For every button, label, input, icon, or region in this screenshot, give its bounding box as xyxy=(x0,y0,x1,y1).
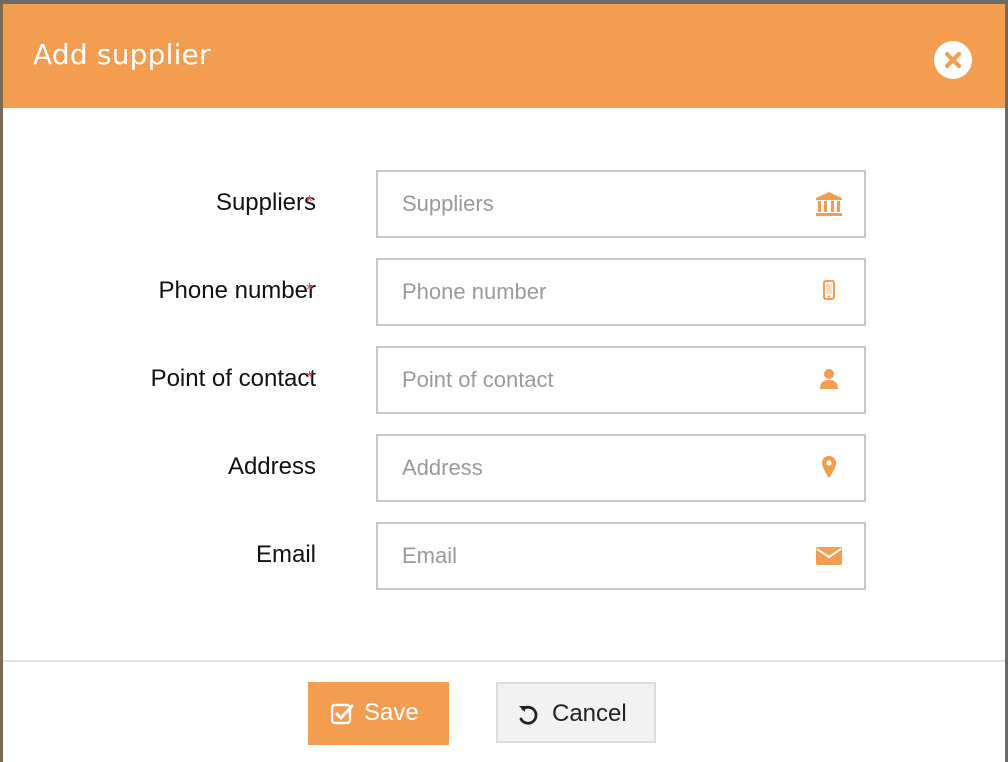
form-row-email: Email xyxy=(3,522,1005,590)
add-supplier-modal: Add supplier Suppliers * Phone number * xyxy=(3,4,1005,762)
close-icon xyxy=(944,51,962,69)
bank-icon xyxy=(816,192,842,216)
save-button-label: Save xyxy=(364,699,419,726)
cancel-button-label: Cancel xyxy=(552,700,627,727)
phone-number-label: Phone number xyxy=(158,277,316,304)
suppliers-field xyxy=(376,170,866,238)
close-button[interactable] xyxy=(934,41,972,79)
user-icon xyxy=(820,369,838,389)
email-field xyxy=(376,522,866,590)
address-input[interactable] xyxy=(378,436,822,500)
footer-divider xyxy=(3,660,1005,662)
save-button[interactable]: Save xyxy=(308,682,449,745)
suppliers-label: Suppliers xyxy=(215,189,316,216)
check-square-icon xyxy=(330,703,354,725)
undo-icon xyxy=(519,705,538,725)
form-row-address: Address xyxy=(3,434,1005,502)
required-marker: * xyxy=(306,192,314,212)
cancel-button[interactable]: Cancel xyxy=(496,682,656,743)
address-field xyxy=(376,434,866,502)
envelope-icon xyxy=(816,547,842,565)
required-marker: * xyxy=(306,368,314,388)
form-row-contact: Point of contact * xyxy=(3,346,1005,414)
email-label: Email xyxy=(255,541,316,568)
phone-number-input[interactable] xyxy=(378,260,822,324)
modal-header: Add supplier xyxy=(3,4,1005,108)
modal-title: Add supplier xyxy=(33,38,211,71)
suppliers-input[interactable] xyxy=(378,172,822,236)
required-marker: * xyxy=(306,280,314,300)
point-of-contact-input[interactable] xyxy=(378,348,822,412)
phone-number-field xyxy=(376,258,866,326)
form-row-phone: Phone number * xyxy=(3,258,1005,326)
address-label: Address xyxy=(227,453,316,480)
email-input[interactable] xyxy=(378,524,822,588)
map-marker-icon xyxy=(822,456,836,478)
mobile-phone-icon xyxy=(823,280,835,300)
form-row-suppliers: Suppliers * xyxy=(3,170,1005,238)
point-of-contact-field xyxy=(376,346,866,414)
point-of-contact-label: Point of contact xyxy=(150,365,316,392)
